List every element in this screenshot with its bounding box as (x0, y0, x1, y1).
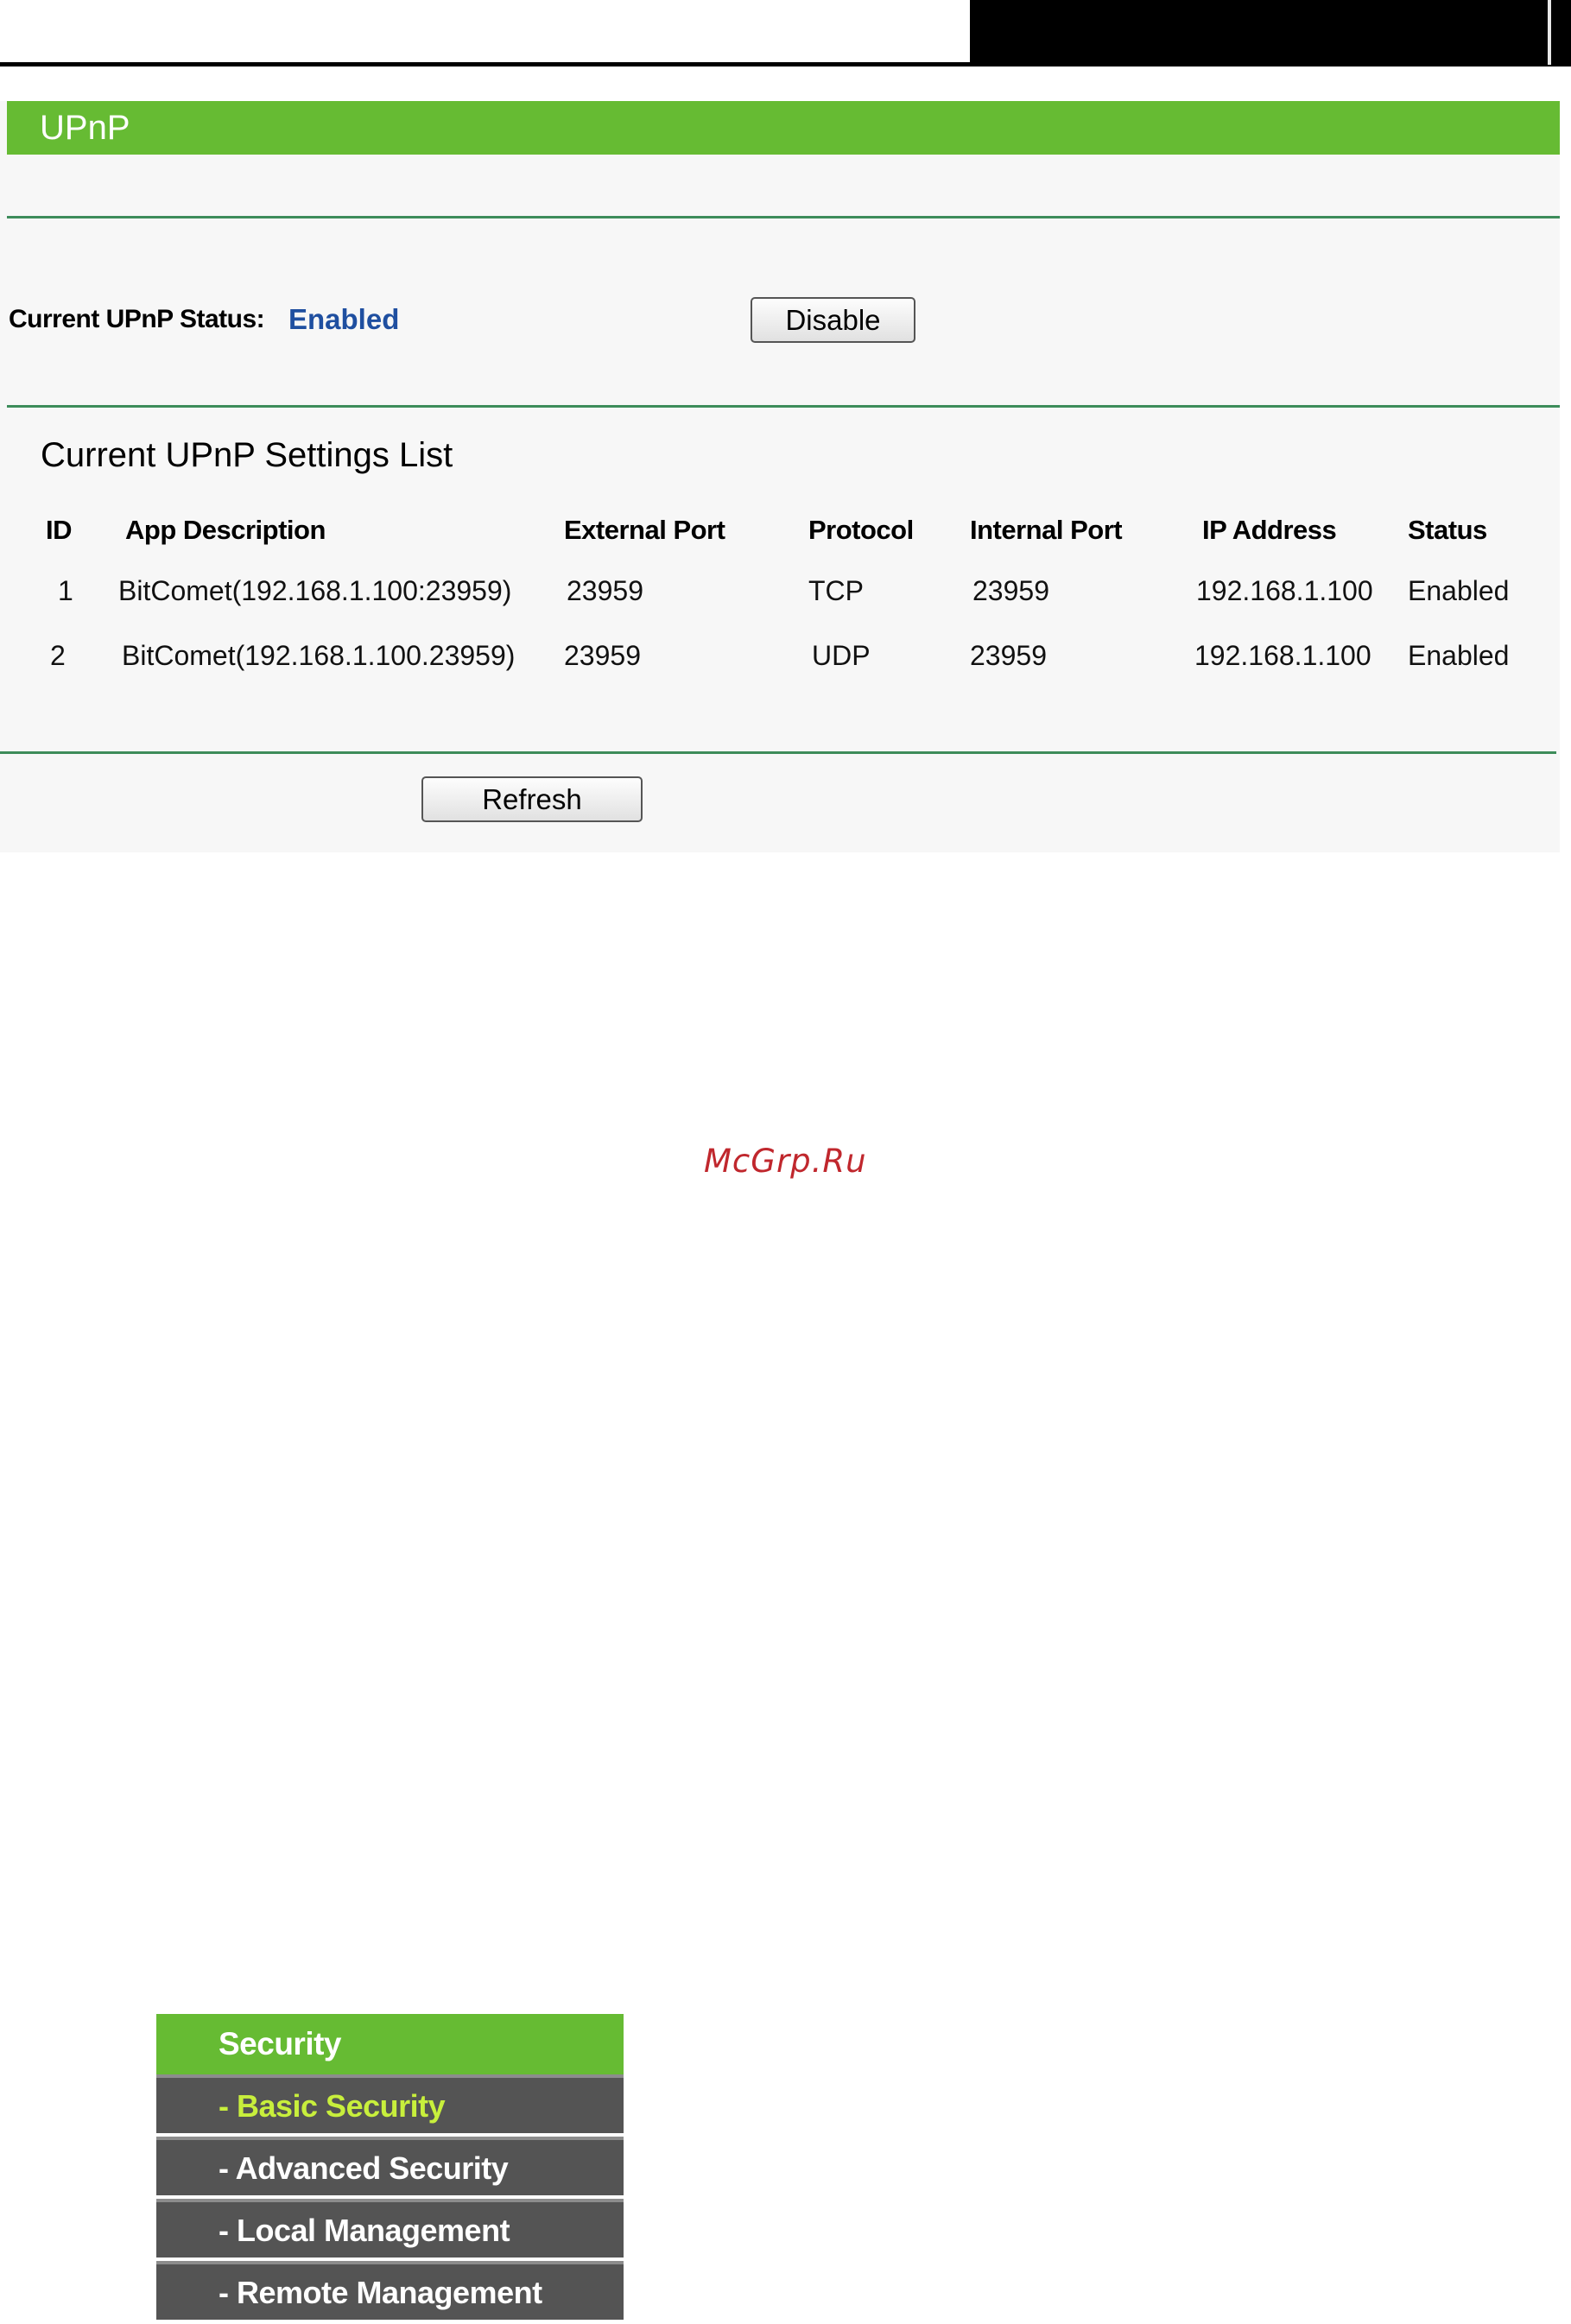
column-header-id: ID (46, 515, 73, 545)
page-title-bar (7, 101, 1560, 155)
cell-status: Enabled (1408, 640, 1510, 671)
security-menu: Security - Basic Security - Advanced Sec… (156, 2014, 624, 2324)
menu-item-label: - Basic Security (219, 2088, 446, 2124)
divider-bottom (0, 751, 1556, 754)
page-title: UPnP (40, 109, 130, 147)
menu-item-local-management[interactable]: - Local Management (156, 2199, 624, 2258)
column-header-status: Status (1408, 515, 1487, 545)
cell-app-description: BitComet(192.168.1.100.23959) (122, 640, 516, 671)
upnp-status-value: Enabled (288, 303, 400, 335)
cell-internal-port: 23959 (970, 640, 1047, 671)
column-header-ip-address: IP Address (1202, 515, 1337, 545)
cell-app-description: BitComet(192.168.1.100:23959) (118, 575, 512, 606)
menu-item-label: - Advanced Security (219, 2150, 509, 2186)
cell-id: 1 (58, 575, 73, 606)
cell-ip-address: 192.168.1.100 (1194, 640, 1371, 671)
watermark: McGrp.Ru (704, 1143, 867, 1180)
menu-heading-label: Security (219, 2026, 342, 2061)
menu-item-basic-security[interactable]: - Basic Security (156, 2074, 624, 2133)
menu-heading-security[interactable]: Security (156, 2014, 624, 2074)
cell-internal-port: 23959 (972, 575, 1049, 606)
cell-protocol: UDP (812, 640, 871, 671)
menu-item-advanced-security[interactable]: - Advanced Security (156, 2137, 624, 2195)
menu-item-label: - Local Management (219, 2213, 510, 2248)
menu-item-remote-management[interactable]: - Remote Management (156, 2261, 624, 2320)
settings-list-title: Current UPnP Settings List (41, 436, 453, 474)
cell-id: 2 (50, 640, 66, 671)
header-block-divider (1548, 0, 1551, 65)
column-header-external-port: External Port (564, 515, 725, 545)
cell-ip-address: 192.168.1.100 (1196, 575, 1373, 606)
upnp-status-label: Current UPnP Status: (9, 305, 265, 333)
cell-external-port: 23959 (567, 575, 643, 606)
cell-external-port: 23959 (564, 640, 641, 671)
menu-item-label: - Remote Management (219, 2275, 542, 2310)
disable-button[interactable]: Disable (751, 297, 915, 343)
column-header-protocol: Protocol (808, 515, 914, 545)
header-black-block (970, 0, 1571, 65)
upnp-panel (0, 101, 1560, 852)
column-header-internal-port: Internal Port (970, 515, 1123, 545)
refresh-button[interactable]: Refresh (421, 776, 643, 822)
column-header-app-description: App Description (125, 515, 326, 545)
cell-protocol: TCP (808, 575, 864, 606)
cell-status: Enabled (1408, 575, 1510, 606)
divider-middle (7, 405, 1560, 408)
divider-top (7, 216, 1560, 218)
